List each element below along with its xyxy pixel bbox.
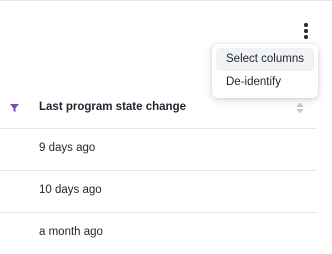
kebab-dot — [304, 29, 308, 33]
kebab-dot — [304, 23, 308, 27]
cell-last-program-state-change: 9 days ago — [39, 142, 96, 154]
sort-icon[interactable] — [296, 102, 304, 114]
table-row[interactable]: a month ago — [0, 213, 317, 254]
table-row[interactable]: 9 days ago — [0, 129, 317, 171]
menu-item-de-identify[interactable]: De-identify — [216, 71, 314, 94]
cell-last-program-state-change: a month ago — [39, 226, 103, 238]
column-header-last-program-state-change[interactable]: Last program state change — [39, 101, 186, 113]
filter-icon[interactable] — [10, 104, 19, 112]
panel-top-border — [0, 0, 332, 1]
more-options-icon[interactable] — [298, 21, 314, 41]
options-menu: Select columns De-identify — [212, 44, 318, 98]
menu-item-select-columns[interactable]: Select columns — [216, 48, 314, 71]
cell-last-program-state-change: 10 days ago — [39, 184, 102, 196]
kebab-dot — [304, 35, 308, 39]
table-row[interactable]: 10 days ago — [0, 171, 317, 213]
